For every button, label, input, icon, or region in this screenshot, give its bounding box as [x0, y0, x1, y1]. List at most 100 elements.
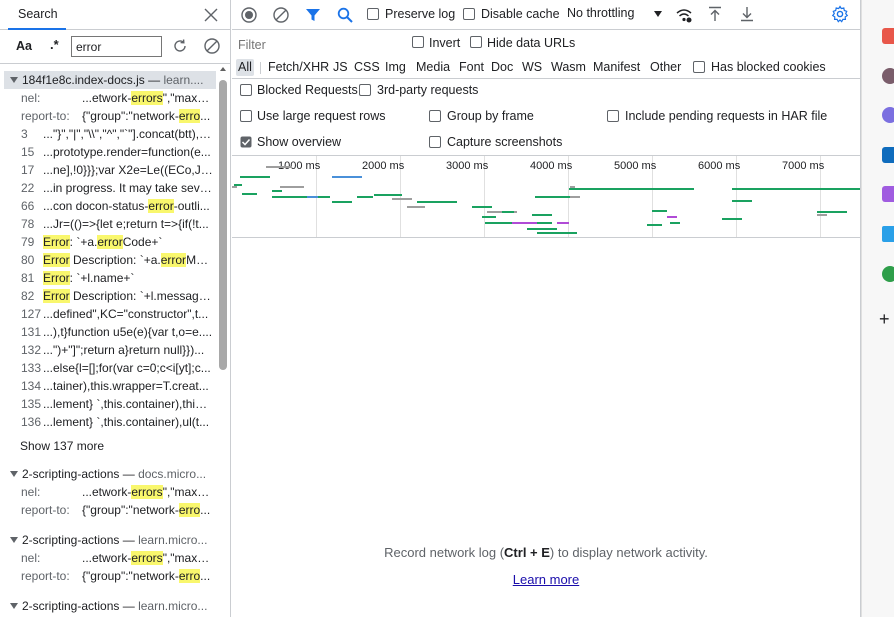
search-match-row[interactable]: nel: ...etwork-errors","max_age":6... — [0, 549, 214, 567]
network-conditions-icon[interactable] — [675, 6, 693, 24]
match-suffix: : `+a. — [69, 235, 98, 249]
type-filter-ws[interactable]: WS — [520, 59, 544, 76]
tree-icon[interactable] — [882, 266, 894, 282]
search-match-row[interactable]: 3 ..."}","|","\\","^","`"].concat(btt),y.… — [0, 125, 214, 143]
third-party-checkbox[interactable] — [359, 84, 371, 96]
search-match-row[interactable]: report-to: {"group":"network-erro... — [0, 567, 214, 585]
scroll-up-arrow-icon[interactable] — [220, 67, 226, 71]
import-har-icon[interactable] — [706, 5, 724, 23]
search-match-row[interactable]: 132 ...")+"]";return a}return null}})... — [0, 341, 214, 359]
match-prefix: ..."}","|","\\","^","`"].concat(btt),y..… — [43, 127, 213, 141]
search-match-row[interactable]: 133 ...else{l=[];for(var c=0;c<i[yt];c... — [0, 359, 214, 377]
search-match-row[interactable]: report-to: {"group":"network-erro... — [0, 107, 214, 125]
type-filter-fetch-xhr[interactable]: Fetch/XHR — [266, 59, 331, 76]
disclosure-triangle-icon[interactable] — [10, 537, 18, 544]
hide-data-urls-checkbox[interactable] — [470, 36, 482, 48]
results-scrollbar-thumb[interactable] — [219, 80, 227, 370]
type-filter-doc[interactable]: Doc — [489, 59, 515, 76]
type-filter-media[interactable]: Media — [414, 59, 452, 76]
type-filter-font[interactable]: Font — [457, 59, 486, 76]
type-filter-other[interactable]: Other — [648, 59, 683, 76]
show-more-button[interactable]: Show 137 more — [20, 437, 104, 455]
search-match-row[interactable]: 82 Error Description: `+l.message)... — [0, 287, 214, 305]
search-input[interactable] — [71, 36, 162, 57]
search-match-row[interactable]: 17 ...ne],!0}}};var X2e=Le((ECo,J2e)... — [0, 161, 214, 179]
filter-row: Invert Hide data URLs — [232, 31, 860, 55]
gear-icon[interactable] — [831, 5, 849, 23]
has-blocked-cookies-checkbox[interactable] — [693, 61, 705, 73]
designer-icon[interactable] — [882, 186, 894, 202]
type-filter-wasm[interactable]: Wasm — [549, 59, 588, 76]
search-match-row[interactable]: 78 ...Jr=(()=>{let e;return t=>{if(!t... — [0, 215, 214, 233]
show-overview-checkbox[interactable] — [240, 136, 252, 148]
match-case-button[interactable]: Aa — [16, 39, 32, 53]
record-icon[interactable] — [240, 6, 258, 24]
type-filter-img[interactable]: Img — [383, 59, 408, 76]
search-match-row[interactable]: nel: ...etwork-errors","max_age":6... — [0, 483, 214, 501]
clear-log-icon[interactable] — [272, 6, 290, 24]
search-match-row[interactable]: 22 ...in progress. It may take sever... — [0, 179, 214, 197]
timeline-bar — [569, 188, 694, 190]
outlook-icon[interactable] — [882, 147, 894, 163]
search-match-row[interactable]: 81 Error: `+l.name+` — [0, 269, 214, 287]
filter-icon[interactable] — [304, 6, 322, 24]
disclosure-triangle-icon[interactable] — [10, 77, 18, 84]
result-file-header[interactable]: 2-scripting-actions — docs.micro... — [4, 465, 206, 483]
match-highlight: error — [97, 235, 123, 249]
clear-icon[interactable] — [203, 37, 221, 55]
close-icon[interactable] — [201, 5, 221, 25]
match-prefix: ...),t}function u5e(e){var t,o=e.... — [43, 325, 213, 339]
chevron-down-icon[interactable] — [654, 11, 662, 17]
result-file-origin: learn.... — [163, 73, 204, 87]
tab-search[interactable]: Search — [8, 0, 66, 30]
blocked-requests-checkbox[interactable] — [240, 84, 252, 96]
toolbox-icon[interactable] — [882, 28, 894, 44]
result-file-header[interactable]: 2-scripting-actions — learn.micro... — [4, 531, 207, 549]
search-match-row[interactable]: report-to: {"group":"network-erro... — [0, 501, 214, 519]
filter-input[interactable] — [238, 36, 403, 53]
copilot-icon[interactable] — [882, 107, 894, 123]
search-match-row[interactable]: nel: ...etwork-errors","max_age":6... — [0, 89, 214, 107]
learn-more-link[interactable]: Learn more — [513, 572, 579, 587]
search-match-row[interactable]: 135 ...lement} `,this.container),this.... — [0, 395, 214, 413]
disable-cache-checkbox[interactable] — [463, 8, 475, 20]
search-match-row[interactable]: 15 ...prototype.render=function(e... — [0, 143, 214, 161]
result-file-header[interactable]: 2-scripting-actions — learn.micro... — [4, 597, 207, 615]
search-match-row[interactable]: 66 ...con docon-status-error-outli... — [0, 197, 214, 215]
search-match-row[interactable]: 127 ...defined",KC="constructor",t... — [0, 305, 214, 323]
type-filter-all[interactable]: All — [236, 59, 254, 76]
search-match-row[interactable]: 80 Error Description: `+a.errorMes... — [0, 251, 214, 269]
match-suffix: ","max_age":6... — [162, 551, 213, 565]
refresh-icon[interactable] — [171, 37, 189, 55]
type-filter-manifest[interactable]: Manifest — [591, 59, 642, 76]
match-text: ...lement} `,this.container),ul(t... — [43, 413, 213, 431]
search-icon[interactable] — [336, 6, 354, 24]
include-pending-checkbox[interactable] — [607, 110, 619, 122]
persona-icon[interactable] — [882, 68, 894, 84]
regex-button[interactable]: .* — [50, 37, 59, 52]
timeline-bar — [667, 216, 677, 218]
disclosure-triangle-icon[interactable] — [10, 471, 18, 478]
group-by-frame-checkbox[interactable] — [429, 110, 441, 122]
match-highlight: Error — [43, 253, 70, 267]
disclosure-triangle-icon[interactable] — [10, 603, 18, 610]
match-prefix: ...lement} `,this.container),ul(t... — [43, 415, 210, 429]
search-match-row[interactable]: 131 ...),t}function u5e(e){var t,o=e.... — [0, 323, 214, 341]
empty-message-prefix: Record network log ( — [384, 545, 505, 560]
add-sidebar-app-icon[interactable]: + — [879, 309, 890, 330]
export-har-icon[interactable] — [738, 5, 756, 23]
search-match-row[interactable]: 136 ...lement} `,this.container),ul(t... — [0, 413, 214, 431]
type-filter-css[interactable]: CSS — [352, 59, 382, 76]
capture-screenshots-checkbox[interactable] — [429, 136, 441, 148]
result-file-header[interactable]: 184f1e8c.index-docs.js — learn.... — [4, 71, 216, 89]
throttling-select[interactable]: No throttling — [567, 6, 634, 20]
network-overview-timeline[interactable]: 1000 ms 2000 ms 3000 ms 4000 ms 5000 ms 6000 … — [232, 156, 862, 238]
invert-checkbox[interactable] — [412, 36, 424, 48]
type-filter-js[interactable]: JS — [331, 59, 350, 76]
telegram-icon[interactable] — [882, 226, 894, 242]
search-match-row[interactable]: 79 Error: `+a.errorCode+` — [0, 233, 214, 251]
preserve-log-checkbox[interactable] — [367, 8, 379, 20]
timeline-bar — [242, 193, 257, 195]
large-rows-checkbox[interactable] — [240, 110, 252, 122]
search-match-row[interactable]: 134 ...tainer),this.wrapper=T.creat... — [0, 377, 214, 395]
